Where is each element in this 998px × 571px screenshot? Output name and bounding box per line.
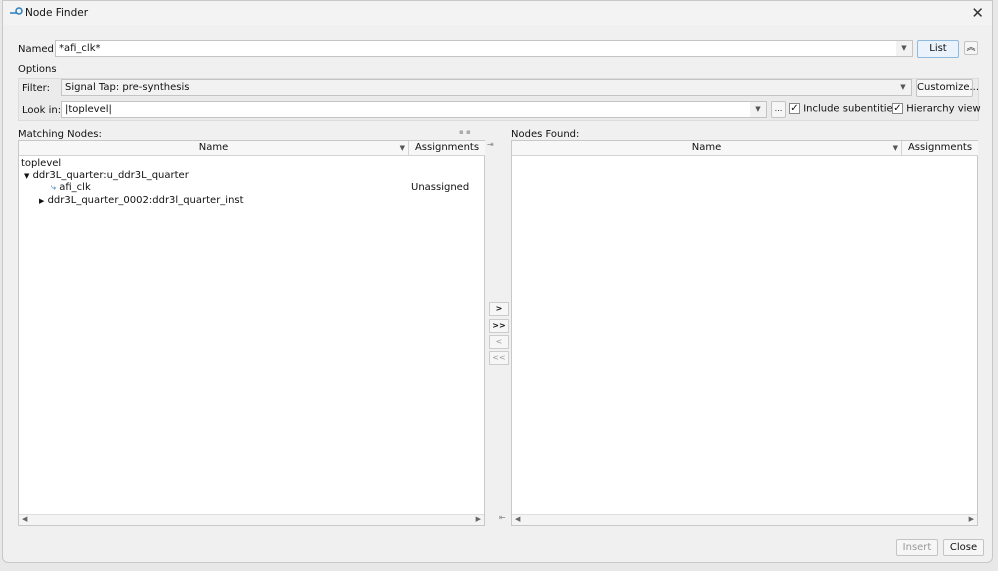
header-label: Name [198,142,229,153]
move-left-icon[interactable]: ⇤ [499,513,506,522]
named-input[interactable]: *afi_clk* ▼ [55,40,913,57]
checkmark-icon: ✓ [892,103,903,114]
matching-nodes-label: Matching Nodes: [18,129,102,140]
node-name: ddr3L_quarter:u_ddr3L_quarter [32,170,189,181]
scroll-right-icon[interactable]: ▶ [476,515,481,523]
tree-row[interactable]: toplevel [21,158,61,169]
title-bar: Node Finder ✕ [3,1,992,25]
column-header-name[interactable]: Name ▼ [512,141,902,156]
customize-button[interactable]: Customize... [916,79,979,97]
node-name: ddr3L_quarter_0002:ddr3l_quarter_inst [47,195,244,206]
node-name: afi_clk [59,182,91,193]
scroll-left-icon[interactable]: ◀ [22,515,27,523]
list-button[interactable]: List [917,40,959,58]
named-value: *afi_clk* [59,43,101,54]
collapse-options-icon[interactable]: ︽ [964,41,978,55]
tree-row[interactable]: ▼ ddr3L_quarter:u_ddr3L_quarter [24,170,189,181]
sort-icon: ▼ [892,144,898,152]
horizontal-scrollbar[interactable]: ◀ ▶ [19,514,484,525]
header-label: Name [691,142,722,153]
options-label: Options [18,64,57,75]
expanded-arrow-icon[interactable]: ▼ [24,172,29,180]
window-title: Node Finder [25,7,89,19]
column-header-assignments[interactable]: Assignments [409,141,485,156]
scroll-right-icon[interactable]: ▶ [969,515,974,523]
add-button[interactable]: > [489,302,509,316]
filter-select[interactable]: Signal Tap: pre-synthesis ▼ [61,79,912,96]
add-all-button[interactable]: >> [489,319,509,333]
nodes-found-list[interactable]: Name ▼ Assignments ◀ ▶ [511,140,978,526]
filter-label: Filter: [22,83,50,94]
browse-button[interactable]: ... [771,101,786,118]
chevron-down-icon[interactable]: ▼ [895,80,911,95]
chevron-down-icon[interactable]: ▼ [896,41,912,56]
include-subentities-label: Include subentities [803,103,898,115]
column-header-assignments[interactable]: Assignments [902,141,978,156]
filter-value: Signal Tap: pre-synthesis [65,82,190,93]
close-icon[interactable]: ✕ [971,4,984,22]
hierarchy-view-label: Hierarchy view [906,103,981,115]
node-assignment: Unassigned [411,182,470,193]
collapsed-arrow-icon[interactable]: ▶ [39,197,44,205]
checkmark-icon: ✓ [789,103,800,114]
move-right-icon[interactable]: ⇥ [487,140,494,149]
chevron-down-icon[interactable]: ▼ [750,102,766,117]
insert-button[interactable]: Insert [896,539,938,556]
node-finder-icon [10,7,23,15]
column-header-name[interactable]: Name ▼ [19,141,409,156]
nodes-found-label: Nodes Found: [511,129,580,140]
tree-row[interactable]: ⤷ afi_clk [51,182,91,193]
tree-row[interactable]: ▶ ddr3L_quarter_0002:ddr3l_quarter_inst [39,195,244,206]
node-name: toplevel [21,158,62,169]
lookin-label: Look in: [22,105,62,116]
remove-button[interactable]: < [489,335,509,349]
node-finder-dialog: Node Finder ✕ Named: *afi_clk* ▼ List ︽ O… [2,0,993,563]
lookin-value: |toplevel| [65,104,112,115]
scroll-left-icon[interactable]: ◀ [515,515,520,523]
sort-icon: ▼ [399,144,405,152]
matching-nodes-tree[interactable]: Name ▼ Assignments toplevel ▼ ddr3L_quart… [18,140,485,526]
lookin-input[interactable]: |toplevel| ▼ [61,101,767,118]
close-button[interactable]: Close [943,539,984,556]
copy-icon[interactable]: ▪ ▪ [459,128,471,136]
named-label: Named: [18,44,58,55]
include-subentities-checkbox[interactable]: ✓ Include subentities [789,103,898,115]
horizontal-scrollbar[interactable]: ◀ ▶ [512,514,977,525]
hierarchy-view-checkbox[interactable]: ✓ Hierarchy view [892,103,981,115]
clock-pin-icon: ⤷ [51,183,57,193]
remove-all-button[interactable]: << [489,351,509,365]
